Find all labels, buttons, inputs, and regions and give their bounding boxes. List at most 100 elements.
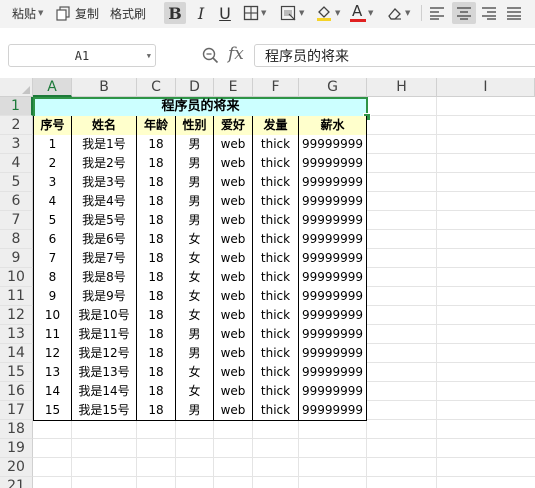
row-header-2[interactable]: 2 — [0, 116, 33, 135]
table-cell[interactable]: thick — [253, 287, 299, 307]
formula-input[interactable]: 程序员的将来 — [254, 44, 535, 67]
name-box-dropdown-icon[interactable]: ▼ — [147, 52, 151, 60]
column-header-f[interactable]: F — [253, 78, 299, 97]
table-cell[interactable]: 女 — [176, 306, 214, 326]
table-cell[interactable]: 12 — [33, 344, 72, 364]
table-cell[interactable]: 18 — [137, 268, 176, 288]
column-header-a[interactable]: A — [33, 78, 72, 97]
table-cell[interactable]: 18 — [137, 363, 176, 383]
merge-cells-button[interactable]: ▼ — [280, 2, 304, 24]
fill-color-dropdown-icon[interactable]: ▼ — [335, 9, 340, 17]
row-header-21[interactable]: 21 — [0, 477, 33, 488]
table-cell[interactable]: 18 — [137, 344, 176, 364]
column-header-b[interactable]: B — [72, 78, 137, 97]
table-cell[interactable]: 18 — [137, 230, 176, 250]
table-cell[interactable]: web — [214, 268, 253, 288]
table-cell[interactable]: web — [214, 287, 253, 307]
row-header-15[interactable]: 15 — [0, 363, 33, 382]
table-cell[interactable]: 14 — [33, 382, 72, 402]
row-header-5[interactable]: 5 — [0, 173, 33, 192]
table-cell[interactable]: 2 — [33, 154, 72, 174]
table-cell[interactable]: 18 — [137, 173, 176, 193]
table-header-cell[interactable]: 发量 — [253, 116, 299, 136]
table-cell[interactable]: 我是15号 — [72, 401, 137, 421]
table-cell[interactable]: 我是5号 — [72, 211, 137, 231]
table-cell[interactable]: 我是13号 — [72, 363, 137, 383]
table-cell[interactable]: 99999999 — [299, 173, 367, 193]
table-cell[interactable]: 男 — [176, 344, 214, 364]
table-cell[interactable]: 18 — [137, 382, 176, 402]
row-header-10[interactable]: 10 — [0, 268, 33, 287]
table-cell[interactable]: 1 — [33, 135, 72, 155]
table-cell[interactable]: web — [214, 211, 253, 231]
table-cell[interactable]: thick — [253, 306, 299, 326]
row-header-4[interactable]: 4 — [0, 154, 33, 173]
table-cell[interactable]: web — [214, 173, 253, 193]
table-cell[interactable]: thick — [253, 363, 299, 383]
table-cell[interactable]: 男 — [176, 211, 214, 231]
paste-dropdown-icon[interactable]: ▼ — [38, 9, 43, 17]
table-cell[interactable]: 男 — [176, 154, 214, 174]
table-cell[interactable]: 我是10号 — [72, 306, 137, 326]
table-cell[interactable]: 男 — [176, 192, 214, 212]
table-cell[interactable]: 6 — [33, 230, 72, 250]
table-cell[interactable]: 我是4号 — [72, 192, 137, 212]
table-cell[interactable]: web — [214, 306, 253, 326]
table-header-cell[interactable]: 年龄 — [137, 116, 176, 136]
table-cell[interactable]: thick — [253, 135, 299, 155]
table-cell[interactable]: 99999999 — [299, 287, 367, 307]
table-header-cell[interactable]: 薪水 — [299, 116, 367, 136]
table-header-cell[interactable]: 性别 — [176, 116, 214, 136]
table-cell[interactable]: 99999999 — [299, 230, 367, 250]
bold-button[interactable]: B — [163, 2, 187, 24]
justify-button[interactable] — [506, 2, 528, 24]
table-cell[interactable]: 99999999 — [299, 401, 367, 421]
table-cell[interactable]: 99999999 — [299, 344, 367, 364]
table-cell[interactable]: 18 — [137, 306, 176, 326]
row-header-7[interactable]: 7 — [0, 211, 33, 230]
table-cell[interactable]: 18 — [137, 287, 176, 307]
title-cell-a1[interactable]: 程序员的将来 — [33, 97, 371, 121]
table-cell[interactable]: 女 — [176, 268, 214, 288]
row-header-17[interactable]: 17 — [0, 401, 33, 420]
fill-color-button[interactable]: ▼ — [315, 2, 340, 24]
merge-dropdown-icon[interactable]: ▼ — [299, 9, 304, 17]
select-all-corner[interactable] — [0, 78, 33, 97]
table-cell[interactable]: 男 — [176, 135, 214, 155]
column-header-e[interactable]: E — [214, 78, 253, 97]
clear-button[interactable]: ▼ — [386, 2, 410, 24]
align-left-button[interactable] — [429, 2, 451, 24]
copy-button[interactable]: 复制 — [56, 2, 99, 24]
row-header-9[interactable]: 9 — [0, 249, 33, 268]
table-cell[interactable]: 13 — [33, 363, 72, 383]
table-cell[interactable]: web — [214, 249, 253, 269]
table-cell[interactable]: thick — [253, 401, 299, 421]
underline-button[interactable]: U — [214, 2, 236, 24]
table-cell[interactable]: thick — [253, 249, 299, 269]
table-cell[interactable]: thick — [253, 230, 299, 250]
table-cell[interactable]: web — [214, 230, 253, 250]
align-right-button[interactable] — [481, 2, 503, 24]
table-cell[interactable]: 99999999 — [299, 382, 367, 402]
column-header-c[interactable]: C — [137, 78, 176, 97]
table-cell[interactable]: 我是3号 — [72, 173, 137, 193]
row-header-18[interactable]: 18 — [0, 420, 33, 439]
table-cell[interactable]: 我是11号 — [72, 325, 137, 345]
borders-button[interactable]: ▼ — [243, 2, 266, 24]
table-cell[interactable]: 男 — [176, 325, 214, 345]
table-cell[interactable]: 10 — [33, 306, 72, 326]
table-cell[interactable]: 8 — [33, 268, 72, 288]
table-cell[interactable]: 99999999 — [299, 363, 367, 383]
table-cell[interactable]: thick — [253, 344, 299, 364]
table-cell[interactable]: thick — [253, 154, 299, 174]
table-cell[interactable]: 我是2号 — [72, 154, 137, 174]
font-color-button[interactable]: A ▼ — [350, 2, 373, 24]
table-cell[interactable]: web — [214, 401, 253, 421]
table-cell[interactable]: thick — [253, 211, 299, 231]
table-cell[interactable]: 99999999 — [299, 249, 367, 269]
table-cell[interactable]: 7 — [33, 249, 72, 269]
table-cell[interactable]: 5 — [33, 211, 72, 231]
table-cell[interactable]: 18 — [137, 154, 176, 174]
row-header-14[interactable]: 14 — [0, 344, 33, 363]
row-header-11[interactable]: 11 — [0, 287, 33, 306]
